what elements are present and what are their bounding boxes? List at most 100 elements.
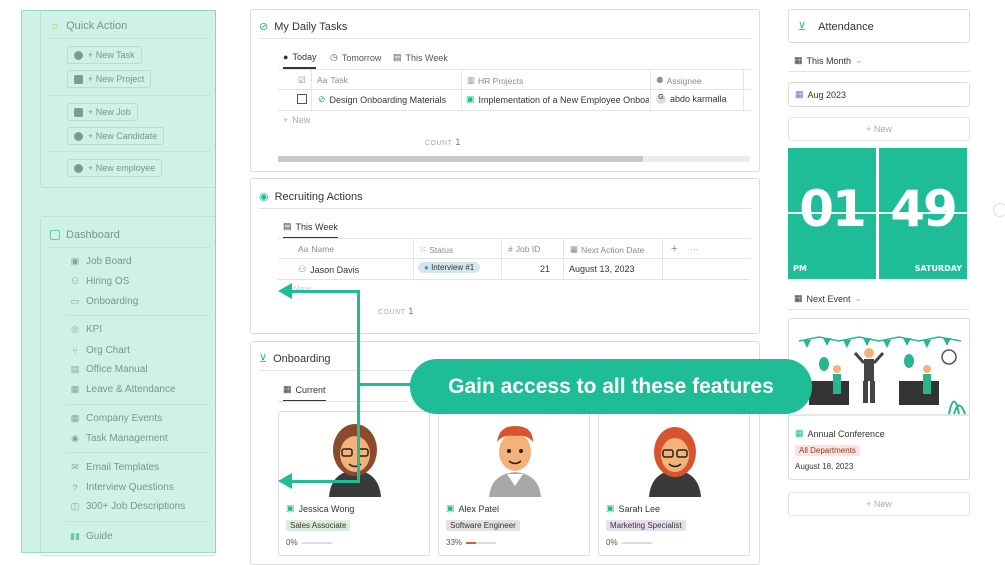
feature-callout: Gain access to all these features xyxy=(410,359,812,414)
arrow-connector xyxy=(357,290,360,483)
tab-current[interactable]: ▦ Current xyxy=(283,384,326,402)
person-circle-icon xyxy=(74,131,83,141)
calendar-icon: ▤ xyxy=(393,52,402,62)
tab-today[interactable]: ● Today xyxy=(283,52,317,69)
nav-interview-questions[interactable]: ? Interview Questions xyxy=(70,482,173,493)
new-project-button[interactable]: + New Project xyxy=(67,70,152,88)
progress-bar xyxy=(301,541,332,544)
next-event-selector[interactable]: ▦ Next Event ⌄ xyxy=(794,293,862,304)
daily-tasks-title: ⊘ My Daily Tasks xyxy=(259,20,348,34)
daily-tasks-panel xyxy=(250,9,760,172)
gallery-icon: ▦ xyxy=(794,293,803,303)
quick-action-title: ☼ Quick Action xyxy=(50,20,128,32)
new-attendance-button[interactable]: + New xyxy=(788,117,970,141)
divider xyxy=(662,239,663,279)
nav-kpi[interactable]: ◎ KPI xyxy=(70,324,102,335)
plus-icon: + xyxy=(283,115,289,125)
divider xyxy=(259,208,751,209)
horizontal-scrollbar[interactable] xyxy=(278,156,750,162)
tab-this-week[interactable]: ▤ This Week xyxy=(283,221,338,239)
new-employee-button[interactable]: + New employee xyxy=(67,159,163,177)
arrow-connector xyxy=(357,383,412,386)
nav-guide[interactable]: ▮▮ Guide xyxy=(70,531,113,542)
task-assignee[interactable]: Gabdo karmalla xyxy=(656,94,727,104)
divider xyxy=(259,38,751,39)
progress: 0% xyxy=(606,538,652,547)
job-id: 21 xyxy=(540,264,551,274)
nav-job-board[interactable]: ▣ Job Board xyxy=(70,256,132,267)
folder-icon: ▣ xyxy=(606,503,615,513)
task-name[interactable]: ⊘ Design Onboarding Materials xyxy=(318,94,458,105)
nav-office-manual[interactable]: ▤ Office Manual xyxy=(70,364,148,375)
candidate-name[interactable]: ⚇ Jason Davis xyxy=(298,264,359,275)
arrow-connector xyxy=(290,480,360,483)
avatar-illustration xyxy=(439,412,589,497)
nav-leave-attendance[interactable]: ▦ Leave & Attendance xyxy=(70,384,176,395)
folder-icon: ▣ xyxy=(466,94,475,104)
divider xyxy=(278,89,750,90)
new-event-button[interactable]: + New xyxy=(788,492,970,516)
divider xyxy=(48,38,211,39)
calendar-icon: ▦ xyxy=(70,384,80,394)
add-column-button[interactable]: + xyxy=(671,243,677,255)
nav-org-chart[interactable]: ⑂ Org Chart xyxy=(70,345,130,356)
nav-company-events[interactable]: ▦ Company Events xyxy=(70,413,162,424)
next-action-date: August 13, 2023 xyxy=(569,264,635,274)
hash-icon: # xyxy=(508,244,513,254)
tab-tomorrow[interactable]: ◷ Tomorrow xyxy=(330,52,381,63)
check-circle-icon: ● xyxy=(283,52,289,62)
divider xyxy=(788,212,876,214)
divider xyxy=(48,151,211,152)
nav-hiring-os[interactable]: ⚇ Hiring OS xyxy=(70,276,129,287)
column-assignee: ⚉ Assignee xyxy=(656,75,702,86)
onboarding-card[interactable]: ▣ Sarah Lee Marketing Specialist 0% xyxy=(598,411,750,556)
scroll-right-button[interactable] xyxy=(993,203,1005,217)
book-icon: ▮▮ xyxy=(70,531,80,541)
layout-icon xyxy=(50,230,60,240)
gallery-icon: ▦ xyxy=(283,384,292,394)
calendar-icon: ▦ xyxy=(795,89,804,99)
calendar-icon: ▦ xyxy=(570,244,579,254)
folder-icon: ▭ xyxy=(70,296,80,306)
new-candidate-button[interactable]: + New Candidate xyxy=(67,127,165,145)
relation-icon: ▥ xyxy=(467,75,476,85)
arrow-head-icon xyxy=(278,473,292,489)
divider xyxy=(278,110,750,111)
divider xyxy=(278,279,750,280)
tab-this-week[interactable]: ▤ This Week xyxy=(393,52,448,63)
task-project[interactable]: ▣ Implementation of a New Employee Onboa xyxy=(466,94,649,105)
new-row-button[interactable]: + New xyxy=(283,115,310,125)
book-icon: ▤ xyxy=(70,364,80,374)
folder-icon: ▣ xyxy=(286,503,295,513)
onboarding-card[interactable]: ▣ Alex Patel Software Engineer 33% xyxy=(438,411,590,556)
nav-job-descriptions[interactable]: ◫ 300+ Job Descriptions xyxy=(70,501,186,512)
new-job-button[interactable]: + New Job xyxy=(67,103,138,121)
recruiting-title: ◉ Recruiting Actions xyxy=(259,190,363,204)
calendar-icon: ▦ xyxy=(795,428,804,438)
calendar-icon: ▤ xyxy=(283,221,292,231)
person-add-icon: ⚇ xyxy=(298,264,307,274)
employee-name: ▣ Alex Patel xyxy=(446,503,500,514)
divider xyxy=(650,70,651,110)
new-task-button[interactable]: + New Task xyxy=(67,46,142,64)
more-options-button[interactable]: ··· xyxy=(690,244,699,254)
divider xyxy=(743,70,744,110)
view-selector[interactable]: ▦ This Month ⌄ xyxy=(794,55,863,66)
onboarding-card[interactable]: ▣ Jessica Wong Sales Associate 0% xyxy=(278,411,430,556)
party-illustration xyxy=(789,319,969,422)
avatar: G xyxy=(656,94,666,104)
status-badge[interactable]: ● Interview #1 xyxy=(418,262,481,273)
nav-onboarding[interactable]: ▭ Onboarding xyxy=(70,296,139,307)
progress: 0% xyxy=(286,538,332,547)
divider xyxy=(311,70,312,110)
event-name: ▦ Annual Conference xyxy=(795,428,885,439)
nav-email-templates[interactable]: ✉ Email Templates xyxy=(70,462,159,473)
divider xyxy=(66,452,211,453)
divider xyxy=(461,70,462,110)
nav-task-management[interactable]: ◉ Task Management xyxy=(70,433,168,444)
check-circle-icon: ⊘ xyxy=(259,21,269,33)
arrow-connector xyxy=(290,290,360,293)
task-checkbox[interactable] xyxy=(297,94,307,104)
employee-name: ▣ Sarah Lee xyxy=(606,503,661,514)
folder-icon: ▣ xyxy=(446,503,455,513)
